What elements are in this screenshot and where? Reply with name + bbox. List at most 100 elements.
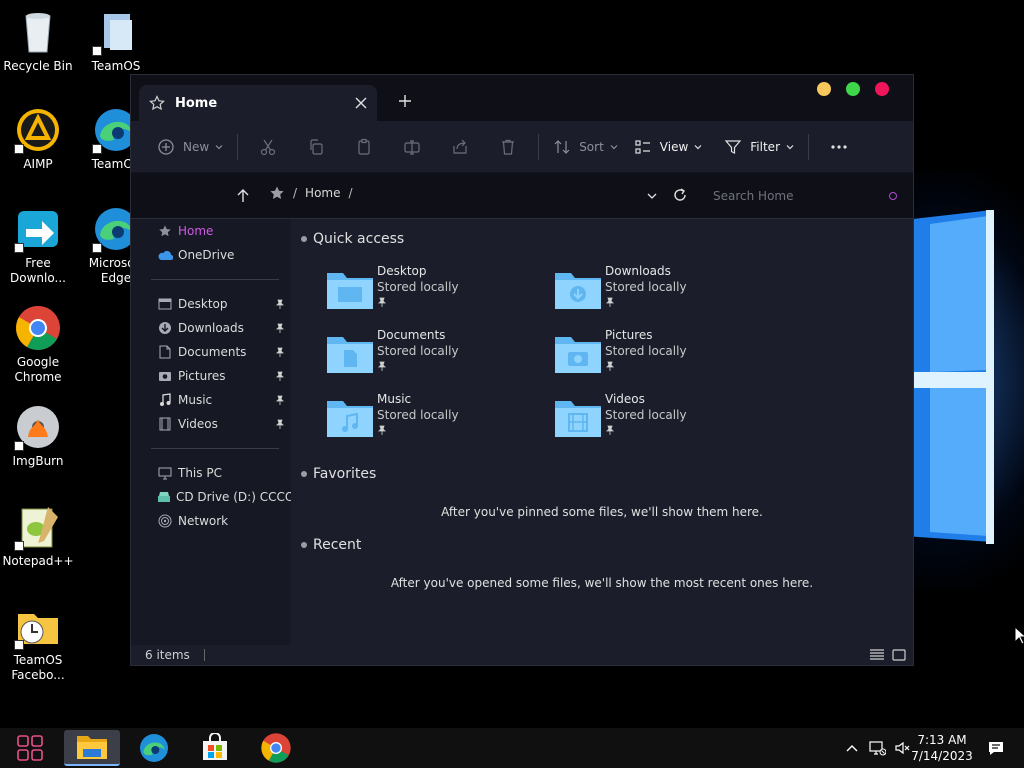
desktop-icon-label: AIMP <box>23 157 53 171</box>
taskbar-edge[interactable] <box>126 730 182 766</box>
breadcrumb-separator: / <box>293 186 298 200</box>
explorer-body: Home OneDrive Desktop Downloads Document… <box>131 219 913 645</box>
search-box <box>703 181 903 211</box>
pin-icon <box>606 361 614 371</box>
folder-desktop[interactable]: Desktop Stored locally <box>325 263 545 323</box>
recent-header[interactable]: Recent <box>301 537 361 553</box>
folder-location: Stored locally <box>377 344 459 358</box>
search-input[interactable] <box>713 189 883 203</box>
downloads-folder-icon <box>555 273 601 309</box>
chevron-up-icon <box>846 745 858 752</box>
folder-downloads[interactable]: Downloads Stored locally <box>553 263 773 323</box>
pin-icon <box>276 347 284 357</box>
close-tab-button[interactable] <box>347 89 375 117</box>
close-window-button[interactable] <box>875 82 889 96</box>
refresh-button[interactable] <box>668 183 692 207</box>
rename-button[interactable] <box>388 131 436 163</box>
folder-location: Stored locally <box>605 344 687 358</box>
pictures-icon <box>157 368 173 384</box>
sidebar-item-onedrive[interactable]: OneDrive <box>131 243 291 267</box>
sort-button[interactable]: Sort <box>545 131 626 163</box>
network-tray-button[interactable] <box>866 728 888 768</box>
tab-home[interactable]: Home <box>139 85 377 121</box>
folder-pictures[interactable]: Pictures Stored locally <box>553 327 773 387</box>
folder-documents[interactable]: Documents Stored locally <box>325 327 545 387</box>
cut-button[interactable] <box>244 131 292 163</box>
sidebar-item-documents[interactable]: Documents <box>131 340 291 364</box>
show-hidden-icons-button[interactable] <box>842 728 862 768</box>
new-tab-button[interactable] <box>391 87 419 115</box>
desktop-icon-teamos[interactable]: TeamOS <box>78 8 154 74</box>
quick-access-header[interactable]: Quick access <box>301 231 404 247</box>
desktop-icon-imgburn[interactable]: ImgBurn <box>0 403 76 469</box>
new-button[interactable]: New <box>149 131 231 163</box>
chevron-down-icon <box>694 144 702 149</box>
desktop-icon-free-download-manager[interactable]: Free Downlo... <box>0 205 76 286</box>
star-icon <box>157 223 173 239</box>
share-button[interactable] <box>436 131 484 163</box>
start-button[interactable] <box>2 730 58 766</box>
sidebar-item-label: Music <box>178 393 213 407</box>
details-view-icon[interactable] <box>869 648 885 662</box>
volume-muted-icon <box>895 741 910 755</box>
desktop-icon-recycle-bin[interactable]: Recycle Bin <box>0 8 76 74</box>
tiles-view-icon[interactable] <box>891 648 907 662</box>
taskbar-clock[interactable]: 7:13 AM 7/14/2023 <box>910 732 974 764</box>
folder-name: Videos <box>605 392 645 406</box>
music-folder-icon <box>327 401 373 437</box>
desktop-icon-notepadpp[interactable]: Notepad++ <box>0 503 76 569</box>
filter-button[interactable]: Filter <box>716 131 802 163</box>
copy-button[interactable] <box>292 131 340 163</box>
new-button-label: New <box>183 139 210 154</box>
sidebar-item-music[interactable]: Music <box>131 388 291 412</box>
filter-button-label: Filter <box>750 139 780 154</box>
favorites-header[interactable]: Favorites <box>301 466 376 482</box>
address-history-dropdown[interactable] <box>641 185 663 207</box>
onedrive-icon <box>157 247 173 263</box>
desktop-icon-google-chrome[interactable]: Google Chrome <box>0 304 76 385</box>
sidebar-item-cd-drive[interactable]: CD Drive (D:) CCCOMA_X64FRE_EN-US_DV9 <box>131 485 291 509</box>
breadcrumb-home[interactable]: Home <box>305 186 340 200</box>
star-icon <box>149 95 165 111</box>
command-bar: New Sort View Filter <box>131 121 913 173</box>
folder-location: Stored locally <box>605 408 687 422</box>
section-bullet-icon <box>301 542 307 548</box>
sidebar-item-network[interactable]: Network <box>131 509 291 533</box>
sidebar-item-label: Pictures <box>178 369 226 383</box>
volume-tray-button[interactable] <box>892 728 912 768</box>
view-button[interactable]: View <box>626 131 710 163</box>
taskbar: 7:13 AM 7/14/2023 <box>0 728 1024 768</box>
breadcrumb-separator: / <box>348 186 353 200</box>
paste-button[interactable] <box>340 131 388 163</box>
maximize-button[interactable] <box>846 82 860 96</box>
sort-button-label: Sort <box>579 139 604 154</box>
pin-icon <box>378 425 386 435</box>
folder-videos[interactable]: Videos Stored locally <box>553 391 773 451</box>
taskbar-chrome[interactable] <box>248 730 304 766</box>
taskbar-file-explorer[interactable] <box>64 730 120 766</box>
minimize-button[interactable] <box>817 82 831 96</box>
notepadpp-icon <box>14 503 62 551</box>
sidebar-item-videos[interactable]: Videos <box>131 412 291 436</box>
taskbar-store[interactable] <box>187 730 243 766</box>
sidebar-item-desktop[interactable]: Desktop <box>131 292 291 316</box>
more-options-button[interactable] <box>815 131 863 163</box>
share-icon <box>453 139 467 154</box>
folder-music[interactable]: Music Stored locally <box>325 391 545 451</box>
network-status-icon <box>869 741 886 756</box>
notifications-button[interactable] <box>984 728 1008 768</box>
delete-button[interactable] <box>484 131 532 163</box>
sidebar-divider <box>151 279 279 280</box>
up-button[interactable] <box>231 184 255 208</box>
desktop-icon-aimp[interactable]: AIMP <box>0 106 76 172</box>
sidebar-item-downloads[interactable]: Downloads <box>131 316 291 340</box>
desktop-icon-teamos-facebook[interactable]: TeamOS Facebo... <box>0 602 76 683</box>
sidebar-item-label: Network <box>178 514 229 528</box>
sidebar-item-label: Videos <box>178 417 218 431</box>
sidebar-item-pictures[interactable]: Pictures <box>131 364 291 388</box>
sidebar-item-home[interactable]: Home <box>131 219 291 243</box>
edge-icon <box>140 734 168 762</box>
navigation-pane: Home OneDrive Desktop Downloads Document… <box>131 219 291 645</box>
sidebar-item-this-pc[interactable]: This PC <box>131 461 291 485</box>
documents-icon <box>157 344 173 360</box>
